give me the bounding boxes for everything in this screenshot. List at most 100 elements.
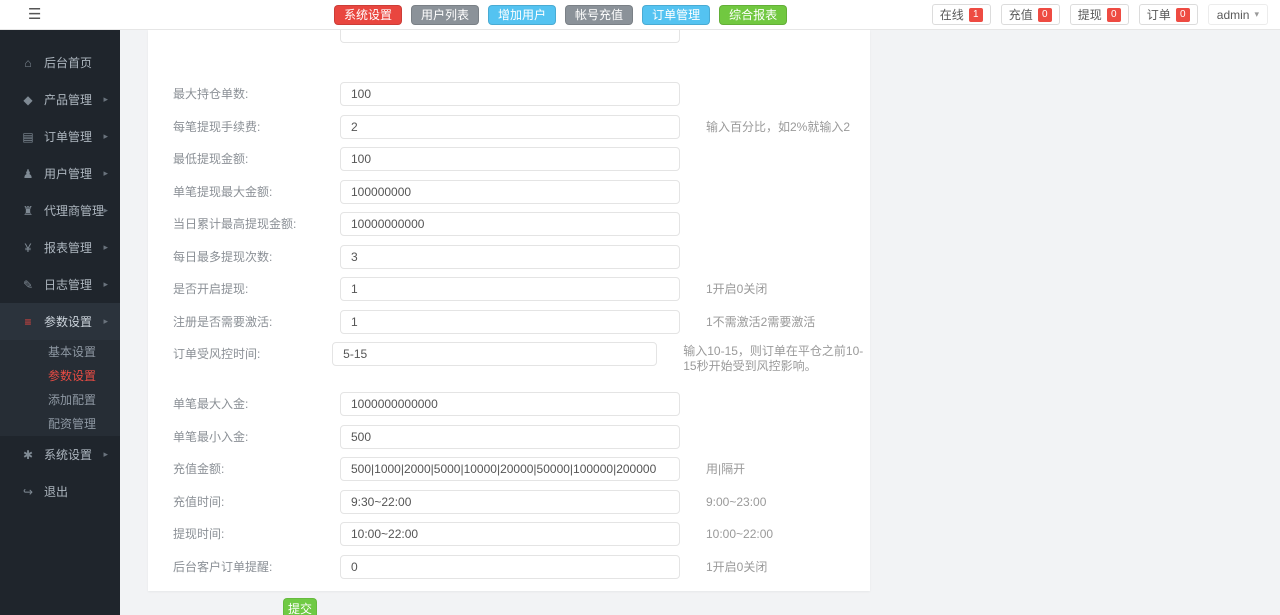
field-label: 提现时间: xyxy=(173,527,225,541)
status-count-badge: 0 xyxy=(1037,7,1052,22)
caret-right-icon: ▸ xyxy=(103,205,108,215)
field-input-10[interactable] xyxy=(340,424,680,449)
sidebar-item-label: 订单管理 xyxy=(44,130,93,144)
field-label: 注册是否需要激活: xyxy=(173,314,273,329)
caret-right-icon: ▸ xyxy=(103,449,108,459)
log-icon: ✎ xyxy=(22,277,34,292)
sidebar-item-label: 系统设置 xyxy=(44,448,93,462)
params-icon: ≡ xyxy=(24,314,32,329)
status-box-online[interactable]: 在线 1 xyxy=(931,4,991,25)
field-input-12[interactable] xyxy=(340,489,680,514)
field-input-6[interactable] xyxy=(340,277,680,301)
field-label: 每笔提现手续费: xyxy=(173,119,261,134)
field-input-1[interactable] xyxy=(340,114,680,139)
form-row: 充值时间: 9:00~23:00 xyxy=(148,489,870,514)
sidebar-item-dashboard[interactable]: ⌂ 后台首页 xyxy=(0,44,120,81)
field-label: 后台客户订单提醒: xyxy=(173,559,273,574)
product-icon: ◆ xyxy=(23,92,33,107)
sidebar-subitem-basic-settings[interactable]: 基本设置 xyxy=(0,340,120,364)
sidebar-submenu: 基本设置 参数设置 添加配置 配资管理 xyxy=(0,340,120,436)
sidebar-item-label: 产品管理 xyxy=(44,93,93,107)
sidebar-item-label: 日志管理 xyxy=(44,278,93,292)
users-icon: ♟ xyxy=(22,166,34,181)
form-row: 每日最多提现次数: xyxy=(148,244,870,269)
form-row: 单笔提现最大金额: xyxy=(148,179,870,204)
sidebar-item-label: 参数设置 xyxy=(44,315,93,329)
field-input-7[interactable] xyxy=(340,309,680,334)
sidebar-item-system-settings[interactable]: ✱ 系统设置 ▸ xyxy=(0,436,120,473)
quick-button-order-manage[interactable]: 订单管理 xyxy=(642,5,711,25)
field-hint: 用|隔开 xyxy=(706,462,746,476)
quick-button-account-recharge[interactable]: 帐号充值 xyxy=(565,5,634,25)
field-input-8[interactable] xyxy=(332,342,658,366)
field-hint: 1开启0关闭 xyxy=(706,282,768,296)
quick-button-add-user[interactable]: 增加用户 xyxy=(488,5,557,25)
sidebar-item-report-manage[interactable]: ¥ 报表管理 ▸ xyxy=(0,229,120,266)
sidebar-subitem-config-manage[interactable]: 配资管理 xyxy=(0,412,120,436)
sidebar-item-label: 代理商管理 xyxy=(44,204,105,218)
sidebar-item-agent-manage[interactable]: ♜ 代理商管理 ▸ xyxy=(0,192,120,229)
form-row: 最大持仓单数: xyxy=(148,82,870,106)
agent-icon: ♜ xyxy=(22,203,34,218)
field-input-5[interactable] xyxy=(340,244,680,269)
status-count-badge: 0 xyxy=(1175,7,1190,22)
sidebar-item-label: 后台首页 xyxy=(44,56,93,70)
form-row: 充值金额: 用|隔开 xyxy=(148,457,870,481)
sidebar-item-log-manage[interactable]: ✎ 日志管理 ▸ xyxy=(0,266,120,303)
quick-button-report-summary[interactable]: 综合报表 xyxy=(719,5,788,25)
topbar: ☰ 系统设置 用户列表 增加用户 帐号充值 订单管理 综合报表 在线 1 充值 0 提现 0 订单 0 … xyxy=(0,0,1280,30)
field-label: 充值时间: xyxy=(173,494,225,509)
submit-button[interactable]: 提交 xyxy=(283,597,317,615)
sidebar-item-label: 用户管理 xyxy=(44,167,93,181)
field-hint: 1开启0关闭 xyxy=(706,559,768,574)
status-count-badge: 1 xyxy=(968,7,983,22)
field-label: 单笔最大入金: xyxy=(173,397,249,411)
field-input-13[interactable] xyxy=(340,522,680,546)
logout-icon: ↪ xyxy=(22,484,34,499)
field-input-14[interactable] xyxy=(340,554,680,579)
quick-button-system-settings[interactable]: 系统设置 xyxy=(334,5,403,25)
field-input-9[interactable] xyxy=(340,392,680,416)
menu-toggle-icon[interactable]: ☰ xyxy=(28,6,41,24)
caret-right-icon: ▸ xyxy=(103,279,108,289)
admin-dropdown[interactable]: admin ▾ xyxy=(1207,4,1268,25)
field-input-0[interactable] xyxy=(340,82,680,106)
status-label: 提现 xyxy=(1077,8,1102,22)
form-row: 注册是否需要激活: 1不需激活2需要激活 xyxy=(148,309,870,334)
caret-right-icon: ▸ xyxy=(103,242,108,252)
field-label: 单笔提现最大金额: xyxy=(173,184,273,199)
status-box-withdraw[interactable]: 提现 0 xyxy=(1069,4,1129,25)
field-input-3[interactable] xyxy=(340,179,680,204)
status-box-order[interactable]: 订单 0 xyxy=(1138,4,1198,25)
status-box-recharge[interactable]: 充值 0 xyxy=(1000,4,1060,25)
gear-icon: ✱ xyxy=(22,447,34,462)
field-label: 当日累计最高提现金额: xyxy=(173,217,297,231)
sidebar-item-user-manage[interactable]: ♟ 用户管理 ▸ xyxy=(0,155,120,192)
field-input-4[interactable] xyxy=(340,212,680,236)
sidebar-subitem-param-settings-sub[interactable]: 参数设置 xyxy=(0,364,120,388)
form-row: 单笔最小入金: xyxy=(148,424,870,449)
quick-button-user-list[interactable]: 用户列表 xyxy=(411,5,480,25)
form-row: 单笔最大入金: xyxy=(148,392,870,416)
field-hint: 1不需激活2需要激活 xyxy=(706,314,816,329)
field-input-11[interactable] xyxy=(340,457,680,481)
settings-form-card: 最大持仓单数: 每笔提现手续费: 输入百分比，如2%就输入2 最低提现金额: 单笔提现最… xyxy=(148,30,870,615)
form-row: 最低提现金额: xyxy=(148,147,870,171)
sidebar-item-param-settings[interactable]: ≡ 参数设置 ▸ xyxy=(0,303,120,340)
status-label: 在线 xyxy=(939,8,964,22)
sidebar-item-logout[interactable]: ↪ 退出 xyxy=(0,473,120,510)
sidebar-item-product-manage[interactable]: ◆ 产品管理 ▸ xyxy=(0,81,120,118)
caret-right-icon: ▸ xyxy=(103,131,108,141)
field-hint: 输入百分比，如2%就输入2 xyxy=(706,119,851,134)
sidebar-item-label: 退出 xyxy=(44,485,69,499)
field-input-partial[interactable] xyxy=(340,30,680,43)
sidebar-item-order-manage[interactable]: ▤ 订单管理 ▸ xyxy=(0,118,120,155)
main-content: 最大持仓单数: 每笔提现手续费: 输入百分比，如2%就输入2 最低提现金额: 单笔提现最… xyxy=(120,30,1280,615)
field-input-2[interactable] xyxy=(340,147,680,171)
field-hint: 10:00~22:00 xyxy=(706,527,774,541)
report-icon: ¥ xyxy=(24,240,32,255)
status-label: 充值 xyxy=(1008,8,1033,22)
admin-username: admin xyxy=(1216,7,1250,22)
sidebar-subitem-add-config[interactable]: 添加配置 xyxy=(0,388,120,412)
screen: ☰ 系统设置 用户列表 增加用户 帐号充值 订单管理 综合报表 在线 1 充值 0 提现 0 订单 0 … xyxy=(0,0,1280,615)
